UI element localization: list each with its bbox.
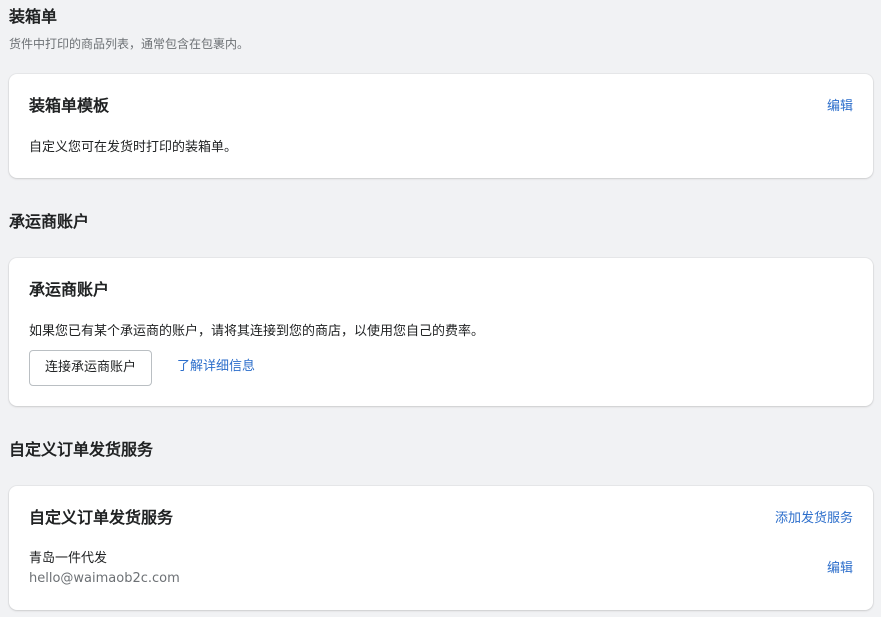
fulfillment-card: 自定义订单发货服务 添加发货服务 青岛一件代发 hello@waimaob2c.… [9,486,873,610]
connect-carrier-button[interactable]: 连接承运商账户 [29,350,153,386]
fulfillment-service-name: 青岛一件代发 [29,551,108,566]
fulfillment-service-edit-link[interactable]: 编辑 [827,560,853,578]
carrier-card: 承运商账户 如果您已有某个承运商的账户，请将其连接到您的商店，以使用您自己的费率… [9,258,873,406]
packing-slip-section-description: 货件中打印的商品列表，通常包含在包裹内。 [9,37,250,51]
learn-more-link[interactable]: 了解详细信息 [177,358,255,376]
packing-slip-section-title: 装箱单 [9,7,58,26]
add-fulfillment-service-link[interactable]: 添加发货服务 [775,510,853,528]
fulfillment-service-email: hello@waimaob2c.com [29,571,180,586]
packing-slip-edit-link[interactable]: 编辑 [827,98,853,116]
packing-slip-card: 装箱单模板 编辑 自定义您可在发货时打印的装箱单。 [9,74,873,178]
packing-slip-card-text: 自定义您可在发货时打印的装箱单。 [29,140,238,155]
carrier-card-title: 承运商账户 [29,280,110,299]
carrier-section-title: 承运商账户 [9,212,90,231]
packing-slip-card-title: 装箱单模板 [29,96,110,115]
carrier-card-text: 如果您已有某个承运商的账户，请将其连接到您的商店，以使用您自己的费率。 [29,324,485,339]
fulfillment-section-title: 自定义订单发货服务 [9,440,154,459]
fulfillment-card-title: 自定义订单发货服务 [29,508,174,527]
